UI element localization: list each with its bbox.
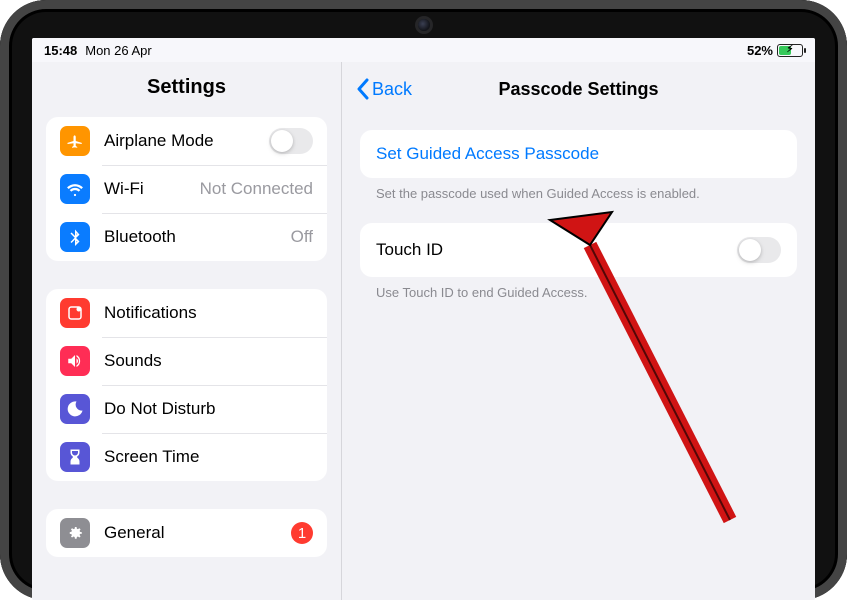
wifi-icon (60, 174, 90, 204)
bluetooth-value: Off (291, 227, 313, 247)
status-bar: 15:48 Mon 26 Apr 52% ⚡︎ (32, 38, 815, 62)
sounds-icon (60, 346, 90, 376)
touchid-toggle[interactable] (737, 237, 781, 263)
sidebar-item-general[interactable]: General 1 (46, 509, 327, 557)
set-passcode-footer: Set the passcode used when Guided Access… (360, 178, 797, 223)
set-passcode-label: Set Guided Access Passcode (376, 144, 599, 164)
back-button[interactable]: Back (356, 78, 412, 100)
sidebar-group-connectivity: Airplane Mode Wi-Fi Not Connected (46, 117, 327, 261)
wifi-value: Not Connected (200, 179, 313, 199)
sidebar-item-notifications[interactable]: Notifications (46, 289, 327, 337)
airplane-icon (60, 126, 90, 156)
battery-icon: ⚡︎ (777, 44, 803, 57)
back-label: Back (372, 79, 412, 100)
screen: 15:48 Mon 26 Apr 52% ⚡︎ Settings (32, 38, 815, 600)
touchid-row[interactable]: Touch ID (360, 223, 797, 277)
sidebar-group-notifications: Notifications Sounds Do Not Disturb (46, 289, 327, 481)
sidebar-item-screentime[interactable]: Screen Time (46, 433, 327, 481)
settings-sidebar: Settings Airplane Mode Wi-Fi (32, 62, 342, 600)
status-time: 15:48 (44, 43, 77, 58)
general-icon (60, 518, 90, 548)
chevron-left-icon (356, 78, 370, 100)
dnd-label: Do Not Disturb (104, 399, 313, 419)
general-label: General (104, 523, 277, 543)
wifi-label: Wi-Fi (104, 179, 186, 199)
bluetooth-label: Bluetooth (104, 227, 277, 247)
status-date: Mon 26 Apr (85, 43, 152, 58)
sidebar-group-general: General 1 (46, 509, 327, 557)
airplane-toggle[interactable] (269, 128, 313, 154)
sidebar-title: Settings (32, 62, 341, 117)
sidebar-item-wifi[interactable]: Wi-Fi Not Connected (46, 165, 327, 213)
sounds-label: Sounds (104, 351, 313, 371)
dnd-icon (60, 394, 90, 424)
camera (418, 19, 430, 31)
sidebar-item-sounds[interactable]: Sounds (46, 337, 327, 385)
screentime-label: Screen Time (104, 447, 313, 467)
battery-percent: 52% (747, 43, 773, 58)
set-passcode-row[interactable]: Set Guided Access Passcode (360, 130, 797, 178)
detail-pane: Back Passcode Settings Set Guided Access… (342, 62, 815, 600)
notifications-icon (60, 298, 90, 328)
general-badge: 1 (291, 522, 313, 544)
screentime-icon (60, 442, 90, 472)
notifications-label: Notifications (104, 303, 313, 323)
touchid-label: Touch ID (376, 240, 443, 260)
sidebar-item-bluetooth[interactable]: Bluetooth Off (46, 213, 327, 261)
bluetooth-icon (60, 222, 90, 252)
sidebar-item-airplane[interactable]: Airplane Mode (46, 117, 327, 165)
sidebar-item-dnd[interactable]: Do Not Disturb (46, 385, 327, 433)
touchid-footer: Use Touch ID to end Guided Access. (360, 277, 797, 322)
airplane-label: Airplane Mode (104, 131, 255, 151)
detail-title: Passcode Settings (498, 79, 658, 100)
